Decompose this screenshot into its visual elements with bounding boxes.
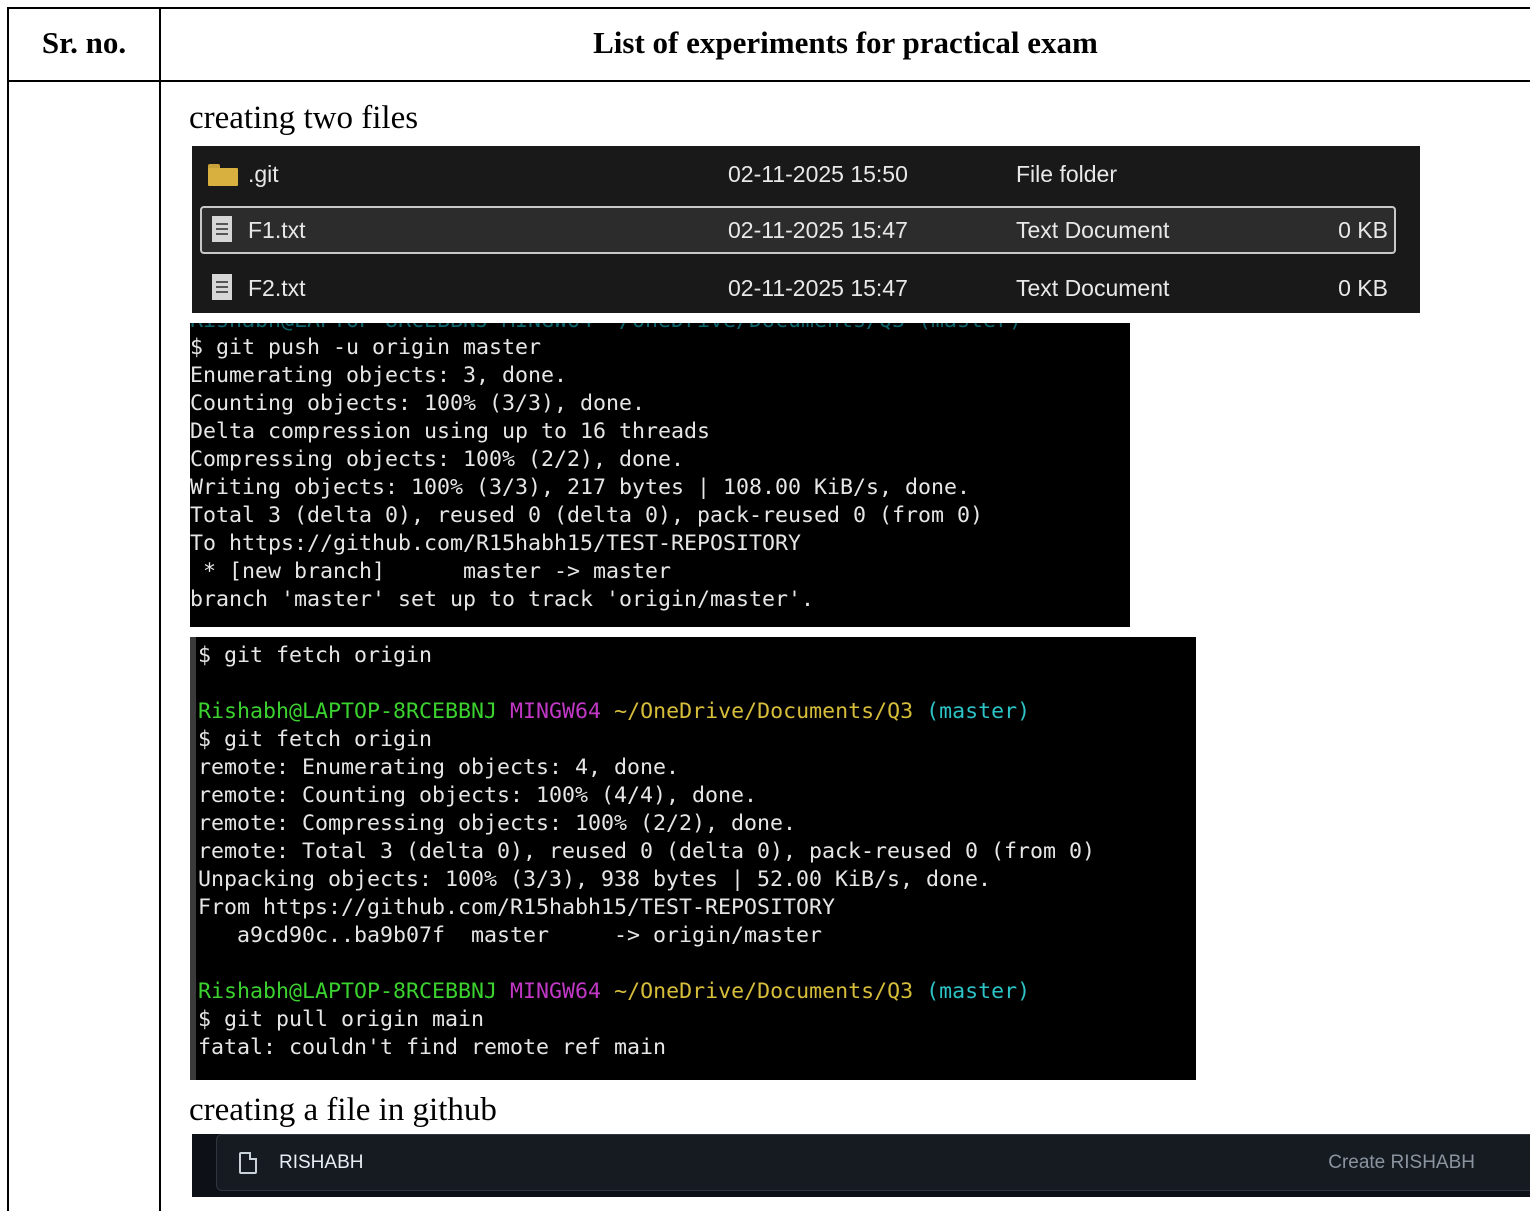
terminal-line: Compressing objects: 100% (2/2), done. (190, 447, 685, 472)
table-border-left (7, 7, 9, 1211)
caption-creating-file-github: creating a file in github (189, 1092, 497, 1128)
terminal-line: Delta compression using up to 16 threads (190, 419, 711, 444)
terminal-line: $ git pull origin main (198, 1007, 485, 1032)
table-border-top (7, 7, 1530, 9)
file-explorer-list: .git 02-11-2025 15:50 File folder F1.txt… (192, 146, 1420, 313)
terminal-line: remote: Total 3 (delta 0), reused 0 (del… (198, 839, 1096, 864)
file-name: F2.txt (248, 275, 306, 301)
file-icon (239, 1152, 257, 1174)
terminal-line: Writing objects: 100% (3/3), 217 bytes |… (190, 475, 971, 500)
document-icon (212, 216, 232, 242)
file-size: 0 KB (1338, 275, 1388, 301)
header-sr-no: Sr. no. (41, 25, 127, 60)
file-type: Text Document (1016, 275, 1170, 301)
terminal-line: Enumerating objects: 3, done. (190, 363, 568, 388)
terminal-prompt: Rishabh@LAPTOP-8RCEBBNJ MINGW64 ~/OneDri… (198, 699, 1031, 724)
terminal-line: remote: Enumerating objects: 4, done. (198, 755, 680, 780)
terminal-line: To https://github.com/R15habh15/TEST-REP… (190, 531, 802, 556)
header-experiments: List of experiments for practical exam (593, 25, 1098, 60)
table-header-divider (7, 80, 1530, 82)
terminal-line: * [new branch] master -> master (190, 559, 672, 584)
file-row-f1[interactable]: F1.txt 02-11-2025 15:47 Text Document 0 … (192, 204, 1420, 260)
terminal-line: $ git fetch origin (198, 727, 433, 752)
terminal-line: $ git fetch origin (198, 643, 433, 668)
terminal-line: fatal: couldn't find remote ref main (198, 1035, 667, 1060)
file-type: Text Document (1016, 217, 1170, 243)
file-date: 02-11-2025 15:47 (728, 275, 908, 301)
file-row-git[interactable]: .git 02-11-2025 15:50 File folder (192, 146, 1420, 202)
document-icon (212, 274, 232, 300)
github-file-list: RISHABH Create RISHABH (192, 1134, 1530, 1197)
github-commit-message[interactable]: Create RISHABH (1328, 1135, 1475, 1190)
terminal-line: branch 'master' set up to track 'origin/… (190, 587, 815, 612)
folder-icon (208, 164, 238, 186)
terminal-line: remote: Counting objects: 100% (4/4), do… (198, 783, 758, 808)
file-name: .git (248, 161, 279, 187)
terminal-git-push: Rishabh@LAPTOP-8RCEBBNJ MINGW64 ~/OneDri… (190, 323, 1130, 627)
terminal-line: a9cd90c..ba9b07f master -> origin/master (198, 923, 823, 948)
terminal-line: remote: Compressing objects: 100% (2/2),… (198, 811, 797, 836)
terminal-prompt: Rishabh@LAPTOP-8RCEBBNJ MINGW64 ~/OneDri… (198, 979, 1031, 1004)
table-column-divider (159, 7, 161, 1211)
terminal-line: Unpacking objects: 100% (3/3), 938 bytes… (198, 867, 992, 892)
file-type: File folder (1016, 161, 1117, 187)
terminal-line: Counting objects: 100% (3/3), done. (190, 391, 646, 416)
terminal-line: Total 3 (delta 0), reused 0 (delta 0), p… (190, 503, 984, 528)
github-file-row[interactable]: RISHABH Create RISHABH (216, 1134, 1530, 1191)
file-row-f2[interactable]: F2.txt 02-11-2025 15:47 Text Document 0 … (192, 260, 1420, 316)
file-size: 0 KB (1338, 217, 1388, 243)
caption-creating-two-files: creating two files (189, 100, 419, 136)
file-date: 02-11-2025 15:50 (728, 161, 908, 187)
terminal-line: From https://github.com/R15habh15/TEST-R… (198, 895, 836, 920)
terminal-git-fetch: $ git fetch origin Rishabh@LAPTOP-8RCEBB… (190, 637, 1196, 1080)
terminal-line: $ git push -u origin master (190, 335, 542, 360)
file-date: 02-11-2025 15:47 (728, 217, 908, 243)
file-name: F1.txt (248, 217, 306, 243)
github-file-name[interactable]: RISHABH (279, 1135, 363, 1190)
